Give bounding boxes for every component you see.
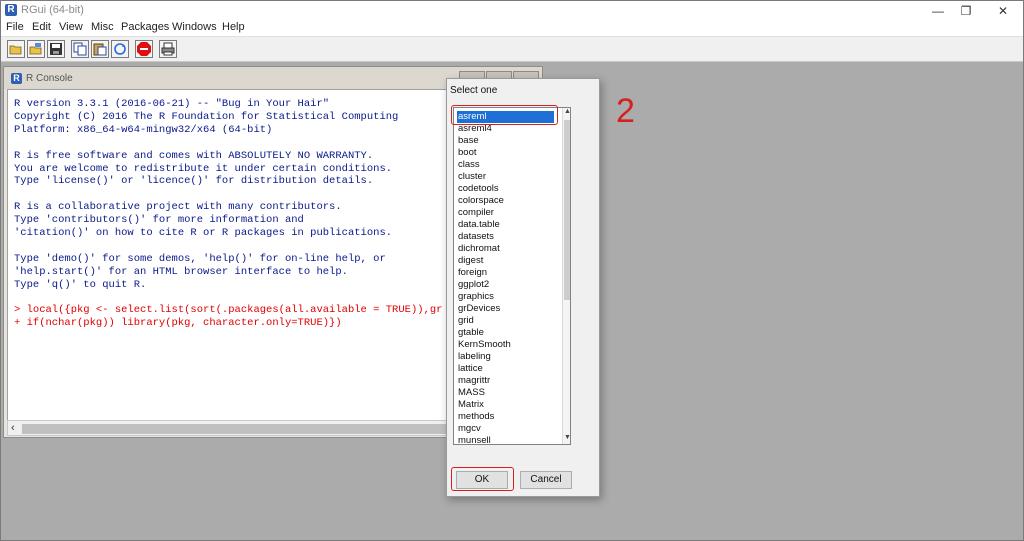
stop-icon[interactable] (135, 40, 153, 58)
scroll-down-icon[interactable]: ▼ (563, 434, 570, 444)
print-icon[interactable] (159, 40, 177, 58)
window-title: RGui (64-bit) (21, 4, 84, 16)
console-input-line: + if(nchar(pkg)) library(pkg, character.… (14, 317, 342, 330)
list-item[interactable]: cluster (457, 171, 554, 183)
console-output-line: Type 'q()' to quit R. (14, 278, 147, 291)
list-item[interactable]: asreml4 (457, 123, 554, 135)
console-output-line: R version 3.3.1 (2016-06-21) -- "Bug in … (14, 98, 330, 110)
console-output-line: Copyright (C) 2016 The R Foundation for … (14, 110, 399, 123)
menu-edit[interactable]: Edit (32, 21, 51, 33)
list-item[interactable]: methods (457, 411, 554, 423)
menu-bar: File Edit View Misc Packages Windows Hel… (1, 19, 1023, 36)
list-item[interactable]: ggplot2 (457, 279, 554, 291)
scrollbar-thumb[interactable] (22, 424, 462, 434)
restore-icon[interactable]: ❐ (949, 2, 983, 20)
list-item[interactable]: codetools (457, 183, 554, 195)
step-number: 2 (616, 92, 635, 130)
load-workspace-icon[interactable] (27, 40, 45, 58)
close-icon[interactable]: ✕ (986, 2, 1020, 20)
console-output-line: R is free software and comes with ABSOLU… (14, 149, 374, 162)
dialog-title: Select one (450, 85, 498, 96)
list-item[interactable]: datasets (457, 231, 554, 243)
vertical-scrollbar[interactable]: ▲ ▼ (562, 108, 570, 444)
list-item[interactable]: magrittr (457, 375, 554, 387)
list-item[interactable]: dichromat (457, 243, 554, 255)
list-item[interactable]: KernSmooth (457, 339, 554, 351)
console-output-line: R is a collaborative project with many c… (14, 201, 342, 214)
console-output-line: 'citation()' on how to cite R or R packa… (14, 227, 393, 239)
list-item[interactable]: MASS (457, 387, 554, 399)
list-item[interactable]: class (457, 159, 554, 171)
console-output-line: Type 'license()' or 'licence()' for dist… (14, 175, 374, 188)
package-listbox[interactable]: ▲ ▼ asreml asreml4 base boot class cluster cod… (453, 107, 571, 445)
list-item[interactable]: graphics (457, 291, 554, 303)
select-one-dialog: Select one ▲ ▼ asreml asreml4 base boot clas… (446, 78, 600, 497)
paste-icon[interactable] (91, 40, 109, 58)
r-logo-icon: R (11, 73, 22, 84)
menu-file[interactable]: File (6, 21, 24, 33)
console-output-line: You are welcome to redistribute it under… (14, 162, 393, 175)
console-title: R Console (26, 73, 73, 84)
ok-button[interactable]: OK (456, 471, 508, 489)
list-item[interactable]: base (457, 135, 554, 147)
menu-windows[interactable]: Windows (172, 21, 217, 33)
list-item[interactable]: lattice (457, 363, 554, 375)
list-item[interactable]: compiler (457, 207, 554, 219)
list-item[interactable]: boot (457, 147, 554, 159)
menu-packages[interactable]: Packages (121, 21, 169, 33)
menu-misc[interactable]: Misc (91, 21, 114, 33)
console-output-line: Type 'contributors()' for more informati… (14, 214, 304, 227)
console-output-line: Platform: x86_64-w64-mingw32/x64 (64-bit… (14, 123, 273, 136)
list-item[interactable]: mgcv (457, 423, 554, 435)
scroll-up-icon[interactable]: ▲ (563, 108, 570, 118)
list-item[interactable]: digest (457, 255, 554, 267)
toolbar (1, 36, 1023, 62)
list-item[interactable]: grid (457, 315, 554, 327)
list-item[interactable]: colorspace (457, 195, 554, 207)
scroll-left-icon[interactable]: ‹ (11, 422, 15, 434)
r-logo-icon: R (5, 4, 17, 16)
list-item[interactable]: Matrix (457, 399, 554, 411)
console-input-line: > local({pkg <- select.list(sort(.packag… (14, 304, 443, 317)
menu-view[interactable]: View (59, 21, 83, 33)
title-bar: R RGui (64-bit) — ❐ ✕ (1, 1, 1023, 19)
list-item[interactable]: grDevices (457, 303, 554, 315)
scrollbar-thumb[interactable] (564, 120, 570, 300)
open-script-icon[interactable] (7, 40, 25, 58)
menu-help[interactable]: Help (222, 21, 245, 33)
save-icon[interactable] (47, 40, 65, 58)
list-item[interactable]: asreml (457, 111, 554, 123)
console-output-line: 'help.start()' for an HTML browser inter… (14, 265, 348, 278)
list-item[interactable]: gtable (457, 327, 554, 339)
list-item[interactable]: foreign (457, 267, 554, 279)
list-item[interactable]: data.table (457, 219, 554, 231)
copy-paste-icon[interactable] (111, 40, 129, 58)
cancel-button[interactable]: Cancel (520, 471, 572, 489)
list-item[interactable]: munsell (457, 435, 554, 444)
console-output-line: Type 'demo()' for some demos, 'help()' f… (14, 252, 386, 265)
copy-icon[interactable] (71, 40, 89, 58)
list-item[interactable]: labeling (457, 351, 554, 363)
